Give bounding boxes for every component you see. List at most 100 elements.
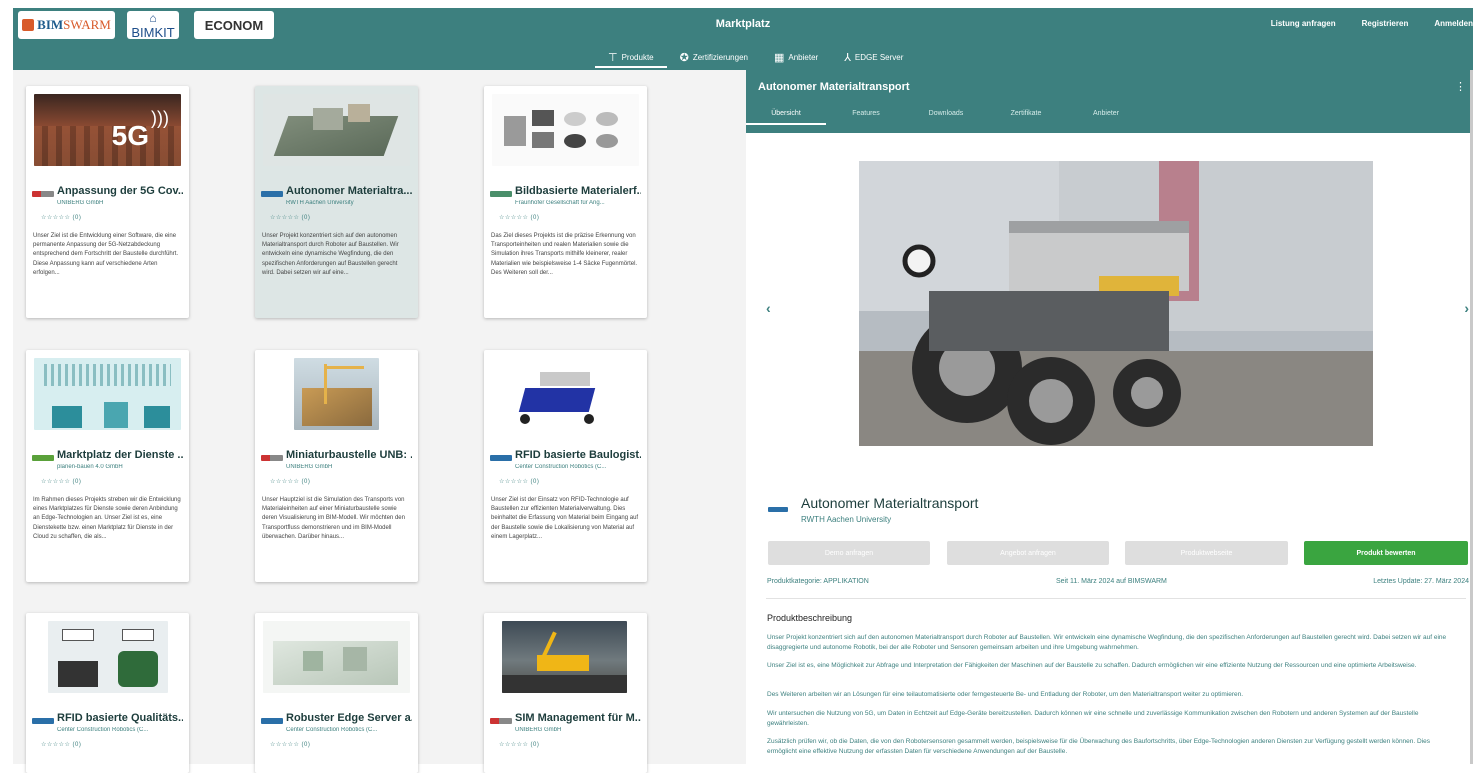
chevron-right-icon[interactable]: › [1464, 300, 1469, 316]
card-rating: ☆☆☆☆☆ (0) [270, 479, 311, 485]
sitemap-icon: ⊤ [608, 51, 618, 64]
top-bar: BIM SWARM ⌂ BIMKIT ECONOM Marktplatz List… [13, 8, 1473, 70]
org-logo [32, 718, 54, 724]
tab-anbieter-label: Anbieter [788, 52, 819, 62]
robot-photo [859, 161, 1373, 446]
product-card[interactable]: Bildbasierte Materialerf... Fraunhofer G… [484, 86, 647, 318]
tab-anbieter[interactable]: ▦ Anbieter [761, 48, 831, 66]
product-card[interactable]: SIM Management für M... UNIBERG GmbH ☆☆☆… [484, 613, 647, 773]
card-thumbnail [294, 358, 379, 430]
tab-uebersicht[interactable]: Übersicht [746, 110, 826, 125]
card-org: Fraunhofer Gesellschaft für Ang... [515, 200, 605, 206]
org-logo [32, 455, 54, 461]
card-description: Unser Ziel ist der Einsatz von RFID-Tech… [491, 497, 639, 540]
more-vertical-icon[interactable]: ⋮ [1455, 80, 1466, 93]
org-logo [490, 191, 512, 197]
tab-produkte[interactable]: ⊤ Produkte [595, 48, 667, 68]
register-link[interactable]: Registrieren [1362, 19, 1409, 28]
product-grid: 5G ))) Anpassung der 5G Cov... UNIBERG G… [13, 70, 746, 773]
thumb-5g-text: 5G [111, 120, 149, 151]
org-logo [32, 191, 54, 197]
card-thumbnail [34, 358, 181, 430]
card-thumbnail [492, 358, 639, 430]
card-org: UNIBERG GmbH [57, 200, 104, 206]
card-title: RFID basierte Qualitäts... [57, 712, 183, 724]
card-thumbnail [48, 621, 168, 693]
rwth-logo [768, 507, 788, 512]
product-org[interactable]: RWTH Aachen University [801, 515, 891, 524]
card-thumbnail: 5G ))) [34, 94, 181, 166]
card-thumbnail [263, 621, 410, 693]
card-description: Das Ziel dieses Projekts ist die präzise… [491, 233, 638, 276]
tab-zertifikate[interactable]: Zertifikate [986, 110, 1066, 125]
detail-title: Autonomer Materialtransport [758, 81, 910, 93]
card-org: planen-bauen 4.0 GmbH [57, 464, 123, 470]
tab-edge-server[interactable]: ⅄ EDGE Server [831, 48, 916, 66]
card-org: Center Construction Robotics (C... [286, 727, 378, 733]
product-card[interactable]: Marktplatz der Dienste ... planen-bauen … [26, 350, 189, 582]
offer-request-button[interactable]: Angebot anfragen [947, 541, 1109, 565]
tab-produkte-label: Produkte [621, 52, 654, 62]
product-category: Produktkategorie: APPLIKATION [767, 578, 869, 585]
product-detail-panel: Autonomer Materialtransport ⋮ Übersicht … [746, 70, 1473, 764]
card-title: Robuster Edge Server a... [286, 712, 412, 724]
card-description: Im Rahmen dieses Projekts streben wir di… [33, 497, 181, 540]
network-icon: ⅄ [844, 51, 851, 64]
rate-product-button[interactable]: Produkt bewerten [1304, 541, 1468, 565]
card-org: UNIBERG GmbH [515, 727, 562, 733]
tab-detail-anbieter[interactable]: Anbieter [1066, 110, 1146, 125]
building-icon: ▦ [773, 51, 785, 64]
card-title: SIM Management für M... [515, 712, 641, 724]
card-title: Marktplatz der Dienste ... [57, 449, 183, 461]
card-rating: ☆☆☆☆☆ (0) [41, 742, 82, 748]
demo-request-button[interactable]: Demo anfragen [768, 541, 930, 565]
card-title: RFID basierte Baulogist... [515, 449, 641, 461]
card-description: Unser Ziel ist die Entwicklung einer Sof… [33, 233, 179, 276]
card-rating: ☆☆☆☆☆ (0) [270, 215, 311, 221]
request-listing-link[interactable]: Listung anfragen [1271, 19, 1336, 28]
product-image [859, 161, 1373, 446]
product-card[interactable]: Autonomer Materialtra... RWTH Aachen Uni… [255, 86, 418, 318]
wifi-icon: ))) [151, 108, 169, 128]
description-paragraph: Unser Projekt konzentriert sich auf den … [767, 634, 1447, 651]
main-nav: ⊤ Produkte ✪ Zertifizierungen ▦ Anbieter ⅄ E… [595, 48, 916, 68]
card-rating: ☆☆☆☆☆ (0) [499, 479, 540, 485]
tab-zertifizierungen-label: Zertifizierungen [692, 52, 748, 62]
product-card[interactable]: 5G ))) Anpassung der 5G Cov... UNIBERG G… [26, 86, 189, 318]
description-paragraph: Wir untersuchen die Nutzung von 5G, um D… [767, 710, 1419, 727]
card-thumbnail [263, 94, 410, 166]
detail-tabs: Übersicht Features Downloads Zertifikate… [746, 110, 1146, 125]
description-paragraph: Des Weiteren arbeiten wir an Lösungen fü… [767, 691, 1244, 698]
product-card[interactable]: RFID basierte Qualitäts... Center Constr… [26, 613, 189, 773]
product-card[interactable]: Miniaturbaustelle UNB: ... UNIBERG GmbH … [255, 350, 418, 582]
description-heading: Produktbeschreibung [767, 613, 853, 623]
divider [766, 598, 1466, 599]
product-card[interactable]: RFID basierte Baulogist... Center Constr… [484, 350, 647, 582]
top-actions: Listung anfragen Registrieren Anmelden [1271, 19, 1473, 28]
org-logo [261, 455, 283, 461]
card-rating: ☆☆☆☆☆ (0) [41, 215, 82, 221]
card-rating: ☆☆☆☆☆ (0) [499, 742, 540, 748]
tab-features[interactable]: Features [826, 110, 906, 125]
product-website-button[interactable]: Produktwebseite [1125, 541, 1288, 565]
card-rating: ☆☆☆☆☆ (0) [41, 479, 82, 485]
card-title: Autonomer Materialtra... [286, 185, 412, 197]
card-rating: ☆☆☆☆☆ (0) [499, 215, 540, 221]
listed-since: Seit 11. März 2024 auf BIMSWARM [1056, 578, 1167, 585]
card-description: Unser Hauptziel ist die Simulation des T… [262, 497, 405, 540]
tab-edge-server-label: EDGE Server [854, 52, 904, 62]
description-paragraph: Zusätzlich prüfen wir, ob die Daten, die… [767, 738, 1431, 755]
card-title: Anpassung der 5G Cov... [57, 185, 183, 197]
card-org: Center Construction Robotics (C... [57, 727, 149, 733]
last-update: Letztes Update: 27. März 2024 [1373, 578, 1469, 585]
tab-zertifizierungen[interactable]: ✪ Zertifizierungen [667, 48, 761, 66]
tab-downloads[interactable]: Downloads [906, 110, 986, 125]
product-name: Autonomer Materialtransport [801, 495, 979, 511]
card-org: RWTH Aachen University [286, 200, 354, 206]
org-logo [490, 718, 512, 724]
login-link[interactable]: Anmelden [1434, 19, 1473, 28]
card-rating: ☆☆☆☆☆ (0) [270, 742, 311, 748]
card-org: UNIBERG GmbH [286, 464, 333, 470]
chevron-left-icon[interactable]: ‹ [766, 300, 771, 316]
product-card[interactable]: Robuster Edge Server a... Center Constru… [255, 613, 418, 773]
